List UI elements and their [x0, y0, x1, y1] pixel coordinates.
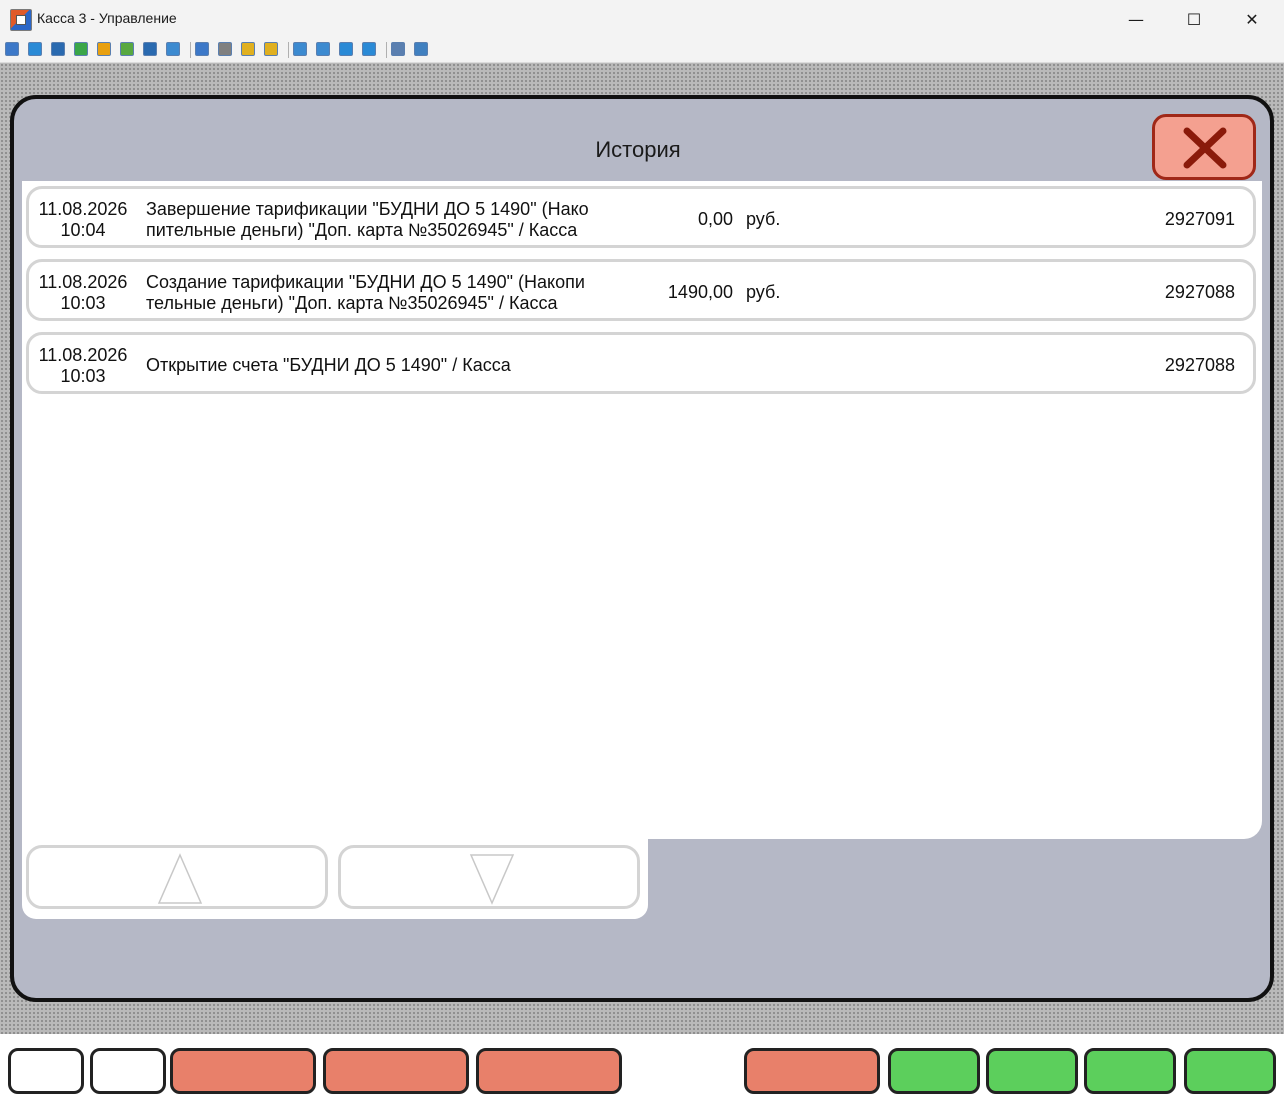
row-description-line2: пительные деньги) "Доп. карта №35026945"…	[146, 220, 578, 240]
row-time: 10:04	[60, 220, 106, 240]
row-description-line2: тельные деньги) "Доп. карта №35026945" /…	[146, 293, 558, 313]
message-icon[interactable]	[166, 42, 180, 56]
network-icon[interactable]	[362, 42, 376, 56]
bottom-tab[interactable]	[323, 1048, 469, 1094]
row-time: 10:03	[60, 293, 106, 313]
scroll-down-button[interactable]	[338, 845, 640, 909]
bottom-tab[interactable]	[986, 1048, 1078, 1094]
row-amount: 0,00	[697, 209, 733, 229]
minimize-button[interactable]: —	[1107, 0, 1165, 38]
square-icon[interactable]	[339, 42, 353, 56]
history-row[interactable]: 11.08.2026 10:03 Создание тарификации "Б…	[26, 259, 1256, 321]
window-icon[interactable]	[293, 42, 307, 56]
row-description-line1: Открытие счета "БУДНИ ДО 5 1490" / Касса	[146, 355, 511, 375]
arrow-up-icon	[157, 853, 203, 904]
scroll-up-button[interactable]	[26, 845, 328, 909]
row-id: 2927091	[1164, 209, 1235, 229]
row-date: 11.08.2026	[38, 199, 128, 219]
close-icon	[1183, 127, 1227, 169]
row-description-line1: Создание тарификации "БУДНИ ДО 5 1490" (…	[146, 272, 585, 292]
scroll-controls	[22, 839, 648, 919]
lock-icon[interactable]	[241, 42, 255, 56]
maximize-button[interactable]: ☐	[1165, 0, 1223, 38]
dialog-close-button[interactable]	[1152, 114, 1256, 180]
bottom-tab[interactable]	[1184, 1048, 1276, 1094]
row-currency: руб.	[746, 282, 781, 302]
row-currency: руб.	[746, 209, 781, 229]
console-icon[interactable]	[51, 42, 65, 56]
clock-icon[interactable]	[97, 42, 111, 56]
row-datetime: 11.08.2026 10:03	[33, 272, 133, 314]
bottom-tab[interactable]	[744, 1048, 880, 1094]
history-row[interactable]: 11.08.2026 10:03 Открытие счета "БУДНИ Д…	[26, 332, 1256, 394]
bottom-tab[interactable]	[170, 1048, 316, 1094]
bottom-tab[interactable]	[8, 1048, 84, 1094]
row-description: Завершение тарификации "БУДНИ ДО 5 1490"…	[146, 199, 626, 241]
bottom-tab[interactable]	[888, 1048, 980, 1094]
lock-open-icon[interactable]	[264, 42, 278, 56]
monitor-icon[interactable]	[28, 42, 42, 56]
row-date: 11.08.2026	[38, 345, 128, 365]
history-row[interactable]: 11.08.2026 10:04 Завершение тарификации …	[26, 186, 1256, 248]
row-id: 2927088	[1164, 355, 1235, 375]
arrow-down-icon	[469, 854, 515, 905]
window-title: Касса 3 - Управление	[37, 10, 177, 26]
copy-icon[interactable]	[391, 42, 405, 56]
row-amount: 1490,00	[667, 282, 733, 302]
row-description: Открытие счета "БУДНИ ДО 5 1490" / Касса	[146, 355, 626, 376]
row-datetime: 11.08.2026 10:04	[33, 199, 133, 241]
row-time: 10:03	[60, 366, 106, 386]
transfer-icon[interactable]	[74, 42, 88, 56]
tools-icon[interactable]	[414, 42, 428, 56]
toolbar-separator	[288, 42, 289, 58]
window-close-button[interactable]: ✕	[1223, 0, 1281, 38]
fullscreen-icon[interactable]	[316, 42, 330, 56]
window-titlebar: Касса 3 - Управление — ☐ ✕	[0, 0, 1284, 39]
terminal-icon[interactable]	[5, 42, 19, 56]
row-description-line1: Завершение тарификации "БУДНИ ДО 5 1490"…	[146, 199, 589, 219]
dialog-title: История	[595, 137, 681, 162]
bottom-tab[interactable]	[476, 1048, 622, 1094]
bottom-tab[interactable]	[90, 1048, 166, 1094]
row-id: 2927088	[1164, 282, 1235, 302]
row-description: Создание тарификации "БУДНИ ДО 5 1490" (…	[146, 272, 626, 314]
users-icon[interactable]	[218, 42, 232, 56]
bottom-tab[interactable]	[1084, 1048, 1176, 1094]
phone-icon[interactable]	[143, 42, 157, 56]
history-dialog: История 11.08.2026 10:04 Завершение тари…	[10, 95, 1274, 1002]
chat-icon[interactable]	[120, 42, 134, 56]
toolbar	[0, 38, 1284, 63]
history-list: 11.08.2026 10:04 Завершение тарификации …	[22, 181, 1262, 839]
toolbar-separator	[386, 42, 387, 58]
user-upload-icon[interactable]	[195, 42, 209, 56]
toolbar-separator	[190, 42, 191, 58]
app-icon	[10, 9, 32, 31]
row-datetime: 11.08.2026 10:03	[33, 345, 133, 387]
row-date: 11.08.2026	[38, 272, 128, 292]
